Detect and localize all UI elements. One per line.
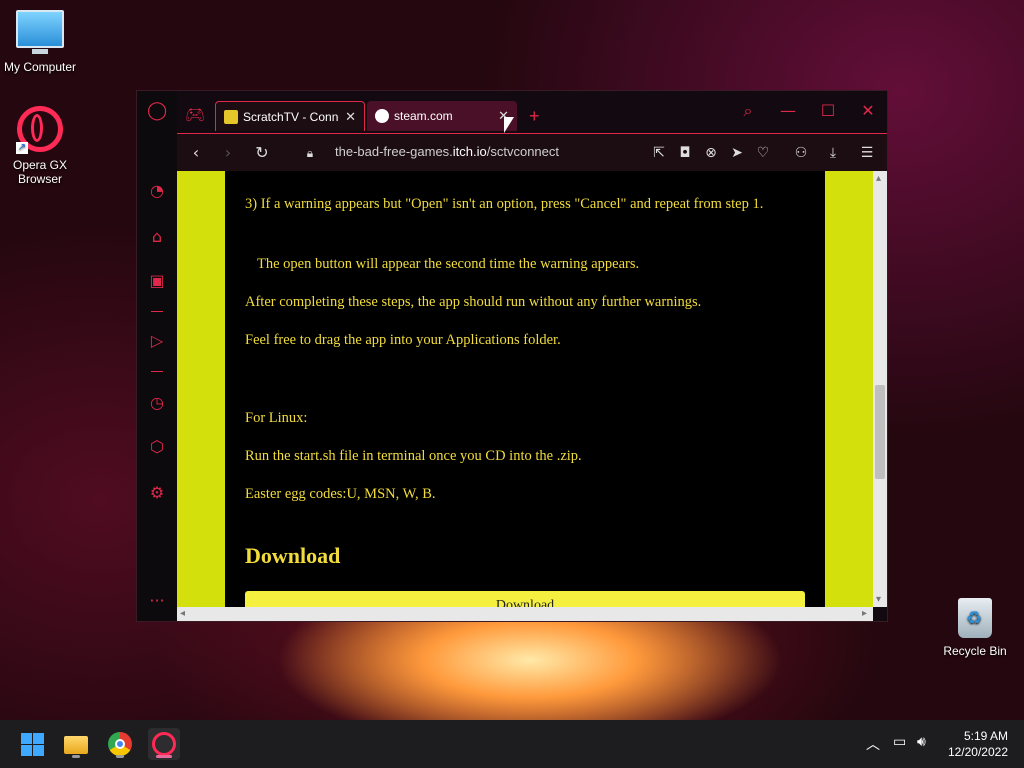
running-indicator [116, 755, 124, 758]
scroll-right-icon[interactable]: ▸ [862, 608, 867, 619]
desktop-icon-recycle-bin[interactable]: ♻ Recycle Bin [935, 598, 1015, 658]
chrome-button[interactable] [104, 728, 136, 760]
scroll-up-icon[interactable]: ▴ [876, 173, 881, 184]
reload-button[interactable]: ↻ [251, 142, 273, 164]
easy-setup-menu-icon[interactable]: ☰ [857, 143, 877, 163]
forward-button[interactable]: › [217, 142, 239, 164]
clock-date: 12/20/2022 [947, 745, 1008, 759]
network-icon[interactable]: ▭ [893, 734, 906, 750]
sidebar-divider [151, 371, 163, 372]
tab-bar: 🎮︎ ScratchTV - Conne ✕ steam.com ✕ + ⌕ —… [177, 91, 887, 131]
paragraph-applications: Feel free to drag the app into your Appl… [245, 332, 561, 348]
player-icon[interactable]: ▷ [147, 331, 167, 351]
paragraph-open-button: The open button will appear the second t… [257, 256, 640, 272]
heart-icon[interactable]: ♡ [753, 143, 773, 163]
opera-gx-taskbar-button[interactable] [148, 728, 180, 760]
chevron-up-icon[interactable]: ︿ [866, 734, 880, 754]
history-icon[interactable]: ◷ [147, 393, 167, 413]
desktop-icon-my-computer[interactable]: My Computer [0, 10, 80, 74]
gx-corner-icon[interactable]: ⌂ [147, 227, 167, 247]
file-explorer-button[interactable] [60, 728, 92, 760]
scroll-left-icon[interactable]: ◂ [180, 608, 185, 619]
url-domain: itch.io [452, 144, 487, 159]
opera-gx-icon: ↗ [16, 106, 64, 154]
twitch-icon[interactable]: ▣ [147, 271, 167, 291]
running-indicator [72, 755, 80, 758]
download-button[interactable]: Download [245, 591, 805, 607]
tab-title: steam.com [394, 109, 453, 123]
desktop-icon-label: Recycle Bin [943, 644, 1007, 658]
system-clock[interactable]: 5:19 AM 12/20/2022 [948, 728, 1008, 760]
search-icon[interactable]: ⌕ [733, 99, 763, 123]
lock-icon: 🔒︎ [306, 146, 314, 160]
desktop: { "desktop": { "icons": [ {"label": "My … [0, 0, 1024, 768]
close-window-button[interactable]: ✕ [853, 99, 883, 123]
computer-icon [16, 10, 64, 54]
shortcut-arrow-icon: ↗ [16, 142, 28, 154]
paragraph-step3: 3) If a warning appears but "Open" isn't… [245, 196, 764, 212]
paragraph-run-start: Run the start.sh file in terminal once y… [245, 448, 582, 464]
gamepad-icon[interactable]: 🎮︎ [185, 105, 205, 125]
share-icon[interactable]: ⇱ [649, 143, 669, 163]
active-indicator [156, 755, 172, 758]
tab-title: ScratchTV - Conne [243, 109, 340, 124]
folder-icon [64, 736, 88, 754]
browser-window: ◯ ◔ ⌂ ▣ ▷ ◷ ⬡ ⚙ ··· 🎮︎ ScratchTV - Conne… [136, 90, 888, 622]
ad-block-icon[interactable]: ⊗ [701, 143, 721, 163]
recycle-bin-icon: ♻ [958, 598, 992, 638]
scratchtv-favicon-icon [224, 109, 238, 124]
new-tab-button[interactable]: + [521, 101, 549, 131]
address-bar: ‹ › ↻ 🔒︎ the-bad-free-games.itch.io/sctv… [177, 133, 887, 172]
page-viewport: 3) If a warning appears but "Open" isn't… [177, 171, 873, 607]
horizontal-scrollbar[interactable]: ◂ ▸ [177, 607, 873, 621]
windows-logo-icon [21, 733, 32, 744]
desktop-icon-label: My Computer [3, 60, 77, 74]
clock-time: 5:19 AM [963, 729, 1008, 743]
maximize-button[interactable]: ☐ [813, 99, 843, 123]
tab-steam[interactable]: steam.com ✕ [367, 101, 517, 131]
account-icon[interactable]: ⚇ [791, 143, 811, 163]
opera-gx-icon [152, 732, 176, 756]
sidebar-divider [151, 311, 163, 312]
taskbar: ︿ ▭ 🔊︎ 5:19 AM 12/20/2022 [0, 720, 1024, 768]
download-icon[interactable]: ⤓ [823, 143, 843, 163]
url-prefix: the-bad-free-games. [335, 144, 453, 159]
volume-icon[interactable]: 🔊︎ [917, 734, 926, 750]
minimize-button[interactable]: — [773, 99, 803, 123]
url-path: /sctvconnect [486, 144, 560, 159]
tab-close-icon[interactable]: ✕ [345, 109, 356, 125]
paragraph-after-steps: After completing these steps, the app sh… [245, 294, 702, 310]
sidebar-more-icon[interactable]: ··· [147, 591, 167, 611]
download-heading: Download [245, 543, 341, 568]
desktop-icon-opera-gx[interactable]: ↗ Opera GX Browser [0, 104, 80, 186]
back-button[interactable]: ‹ [185, 142, 207, 164]
url-field[interactable]: the-bad-free-games.itch.io/sctvconnect [335, 144, 559, 159]
scrollbar-thumb[interactable] [875, 385, 885, 479]
sidebar: ◯ ◔ ⌂ ▣ ▷ ◷ ⬡ ⚙ ··· [137, 91, 177, 621]
chrome-icon [108, 732, 132, 756]
settings-gear-icon[interactable]: ⚙ [147, 483, 167, 503]
camera-icon[interactable]: ◘ [675, 143, 695, 163]
paragraph-easter-egg: Easter egg codes:U, MSN, W, B. [245, 486, 436, 502]
tab-scratchtv[interactable]: ScratchTV - Conne ✕ [215, 101, 365, 131]
send-icon[interactable]: ➤ [727, 143, 747, 163]
start-button[interactable] [16, 728, 48, 760]
globe-icon [375, 109, 389, 123]
page-content: 3) If a warning appears but "Open" isn't… [225, 171, 825, 607]
vertical-scrollbar[interactable]: ▴ ▾ [873, 171, 887, 607]
opera-menu-icon[interactable]: ◯ [147, 101, 167, 121]
scroll-down-icon[interactable]: ▾ [876, 594, 881, 605]
gx-control-icon[interactable]: ◔ [147, 181, 167, 201]
extensions-cube-icon[interactable]: ⬡ [147, 437, 167, 457]
paragraph-for-linux: For Linux: [245, 410, 308, 426]
desktop-icon-label: Opera GX Browser [12, 158, 68, 186]
mouse-cursor-icon [504, 117, 514, 133]
